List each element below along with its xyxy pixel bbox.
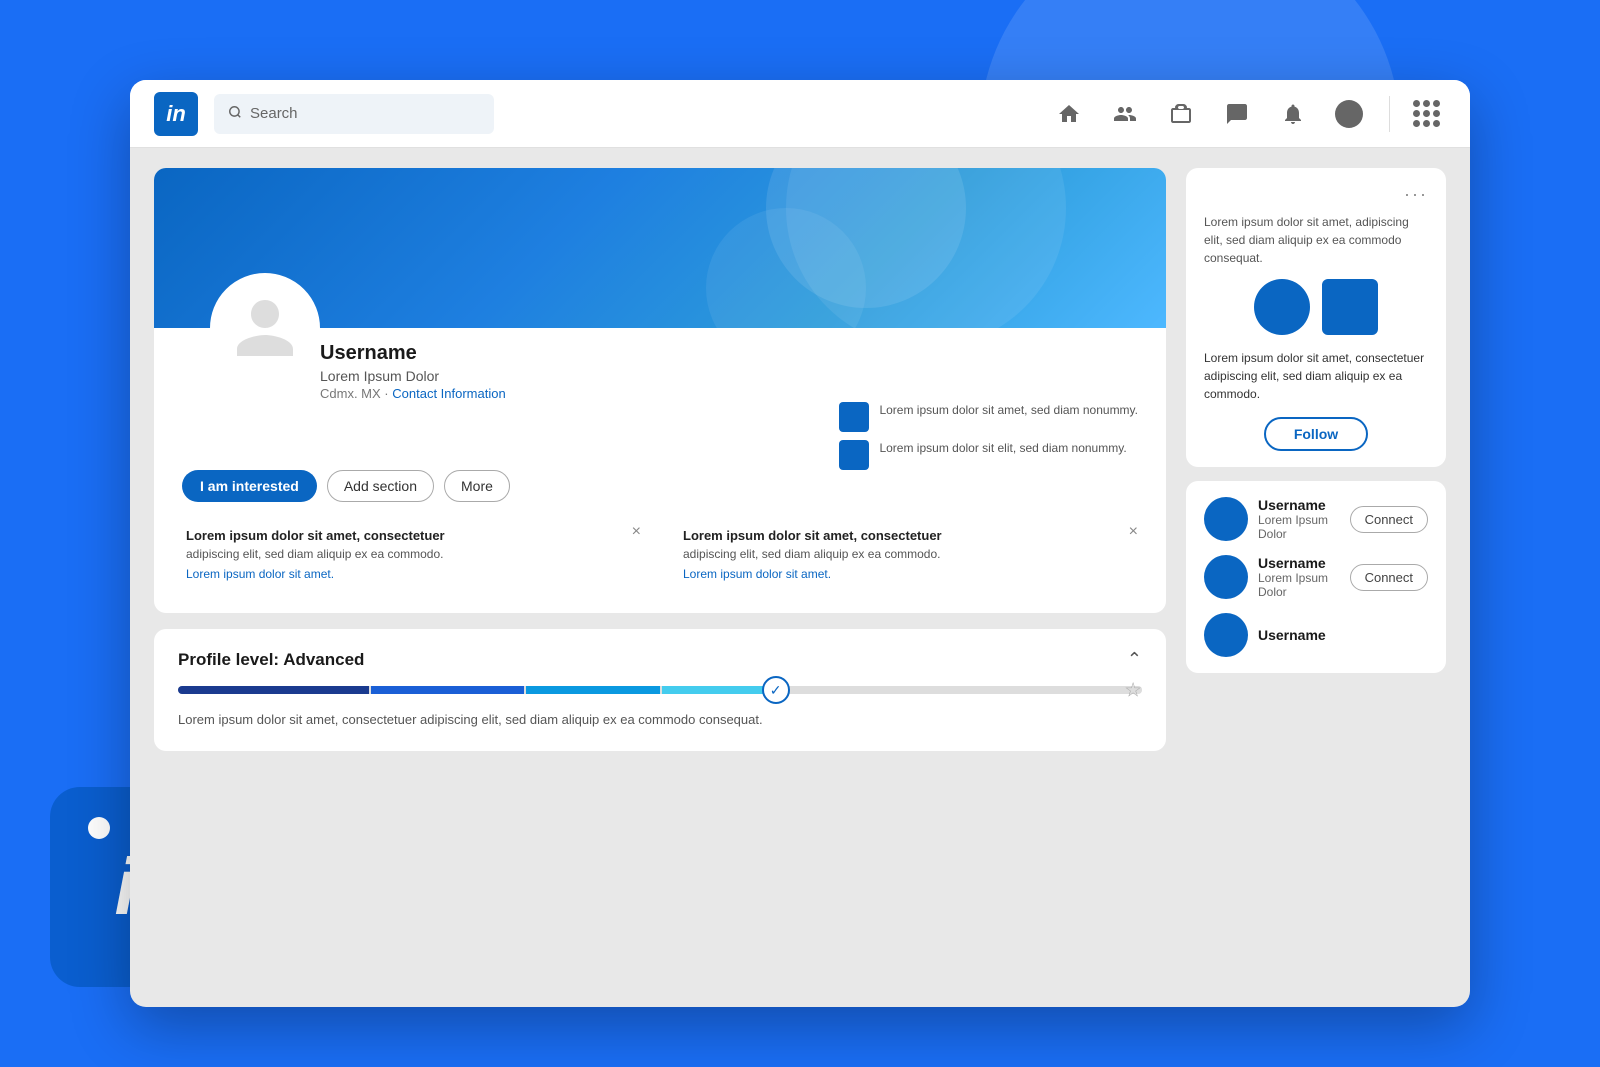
person-row-3: Username <box>1204 613 1428 657</box>
ad-logo-square <box>1322 279 1378 335</box>
person-row-2: Username Lorem Ipsum Dolor Connect <box>1204 555 1428 599</box>
connect-button-2[interactable]: Connect <box>1350 564 1428 591</box>
side-info-text-2: Lorem ipsum dolor sit elit, sed diam non… <box>879 440 1126 457</box>
contact-info-link[interactable]: Contact Information <box>392 386 505 401</box>
linkedin-logo[interactable]: in <box>154 92 198 136</box>
profile-text: Username Lorem Ipsum Dolor Cdmx. MX · Co… <box>320 342 819 470</box>
nav-notifications-btn[interactable] <box>1269 90 1317 138</box>
profile-avatar-wrapper <box>210 273 320 470</box>
notification-card-1: × Lorem ipsum dolor sit amet, consectetu… <box>170 514 653 597</box>
nav-grid-btn[interactable] <box>1406 94 1446 134</box>
sidebar-ad-card: ··· Lorem ipsum dolor sit amet, adipisci… <box>1186 168 1446 467</box>
profile-location: Cdmx. MX · Contact Information <box>320 386 819 401</box>
person-info-2: Username Lorem Ipsum Dolor <box>1258 555 1340 599</box>
notif-title-1: Lorem ipsum dolor sit amet, consectetuer <box>186 528 637 543</box>
search-input[interactable]: Search <box>250 105 298 122</box>
notif-close-2[interactable]: × <box>1129 524 1138 540</box>
grid-icon <box>1413 100 1440 127</box>
person-name-3: Username <box>1258 627 1428 643</box>
profile-action-buttons: I am interested Add section More <box>154 470 1166 514</box>
avatar <box>210 273 320 383</box>
notif-close-1[interactable]: × <box>632 524 641 540</box>
search-icon <box>228 105 242 122</box>
sidebar-ad-header: ··· <box>1204 184 1428 205</box>
notif-link-1[interactable]: Lorem ipsum dolor sit amet. <box>186 567 334 581</box>
search-bar[interactable]: Search <box>214 94 494 134</box>
center-column: Username Lorem Ipsum Dolor Cdmx. MX · Co… <box>154 168 1166 987</box>
profile-card: Username Lorem Ipsum Dolor Cdmx. MX · Co… <box>154 168 1166 613</box>
progress-star-icon[interactable]: ☆ <box>1124 678 1142 703</box>
browser-window: in Search <box>130 80 1470 1007</box>
people-card: Username Lorem Ipsum Dolor Connect Usern… <box>1186 481 1446 673</box>
nav-home-btn[interactable] <box>1045 90 1093 138</box>
side-info-icon-2 <box>839 440 869 470</box>
profile-name: Username <box>320 342 819 365</box>
notif-subtitle-1: adipiscing elit, sed diam aliquip ex ea … <box>186 547 637 561</box>
nav-people-btn[interactable] <box>1101 90 1149 138</box>
sidebar-ad-body: Lorem ipsum dolor sit amet, consectetuer… <box>1204 349 1428 403</box>
connect-button-1[interactable]: Connect <box>1350 506 1428 533</box>
notif-title-2: Lorem ipsum dolor sit amet, consectetuer <box>683 528 1134 543</box>
person-avatar-3 <box>1204 613 1248 657</box>
person-avatar-2 <box>1204 555 1248 599</box>
add-section-button[interactable]: Add section <box>327 470 434 502</box>
person-info-3: Username <box>1258 627 1428 643</box>
person-name-1: Username <box>1258 497 1340 513</box>
notification-card-2: × Lorem ipsum dolor sit amet, consectetu… <box>667 514 1150 597</box>
more-button[interactable]: More <box>444 470 510 502</box>
nav-briefcase-btn[interactable] <box>1157 90 1205 138</box>
progress-bar <box>178 686 1142 694</box>
side-info-text-1: Lorem ipsum dolor sit amet, sed diam non… <box>879 402 1138 419</box>
level-header: Profile level: Advanced ⌃ <box>178 649 1142 670</box>
person-sub-2: Lorem Ipsum Dolor <box>1258 571 1340 599</box>
profile-subtitle: Lorem Ipsum Dolor <box>320 368 819 384</box>
interested-button[interactable]: I am interested <box>182 470 317 502</box>
person-info-1: Username Lorem Ipsum Dolor <box>1258 497 1340 541</box>
location-text: Cdmx. MX <box>320 386 381 401</box>
linkedin-logo-text: in <box>166 101 186 127</box>
follow-button[interactable]: Follow <box>1264 417 1368 451</box>
notif-subtitle-2: adipiscing elit, sed diam aliquip ex ea … <box>683 547 1134 561</box>
level-description: Lorem ipsum dolor sit amet, consectetuer… <box>178 710 1142 731</box>
nav-messages-btn[interactable] <box>1213 90 1261 138</box>
person-row-1: Username Lorem Ipsum Dolor Connect <box>1204 497 1428 541</box>
side-info-icon-1 <box>839 402 869 432</box>
profile-level-card: Profile level: Advanced ⌃ ✓ ☆ Lorem ipsu… <box>154 629 1166 751</box>
person-avatar-1 <box>1204 497 1248 541</box>
profile-side-info: Lorem ipsum dolor sit amet, sed diam non… <box>839 342 1138 470</box>
side-info-item-1: Lorem ipsum dolor sit amet, sed diam non… <box>839 402 1138 432</box>
ad-logos-row <box>1204 279 1428 335</box>
notification-row: × Lorem ipsum dolor sit amet, consectetu… <box>154 514 1166 613</box>
person-name-2: Username <box>1258 555 1340 571</box>
level-title: Profile level: Advanced <box>178 650 364 670</box>
notif-link-2[interactable]: Lorem ipsum dolor sit amet. <box>683 567 831 581</box>
nav-icons <box>1045 90 1446 138</box>
side-info-item-2: Lorem ipsum dolor sit elit, sed diam non… <box>839 440 1138 470</box>
level-chevron-icon[interactable]: ⌃ <box>1127 649 1142 670</box>
person-sub-1: Lorem Ipsum Dolor <box>1258 513 1340 541</box>
ad-logo-circle <box>1254 279 1310 335</box>
sidebar-ad-text-top: Lorem ipsum dolor sit amet, adipiscing e… <box>1204 213 1428 267</box>
progress-check-icon: ✓ <box>762 676 790 704</box>
navbar: in Search <box>130 80 1470 148</box>
sidebar-more-icon[interactable]: ··· <box>1404 184 1428 205</box>
nav-profile-btn[interactable] <box>1325 90 1373 138</box>
right-sidebar: ··· Lorem ipsum dolor sit amet, adipisci… <box>1186 168 1446 987</box>
nav-divider <box>1389 96 1390 132</box>
main-content: Username Lorem Ipsum Dolor Cdmx. MX · Co… <box>130 148 1470 1007</box>
